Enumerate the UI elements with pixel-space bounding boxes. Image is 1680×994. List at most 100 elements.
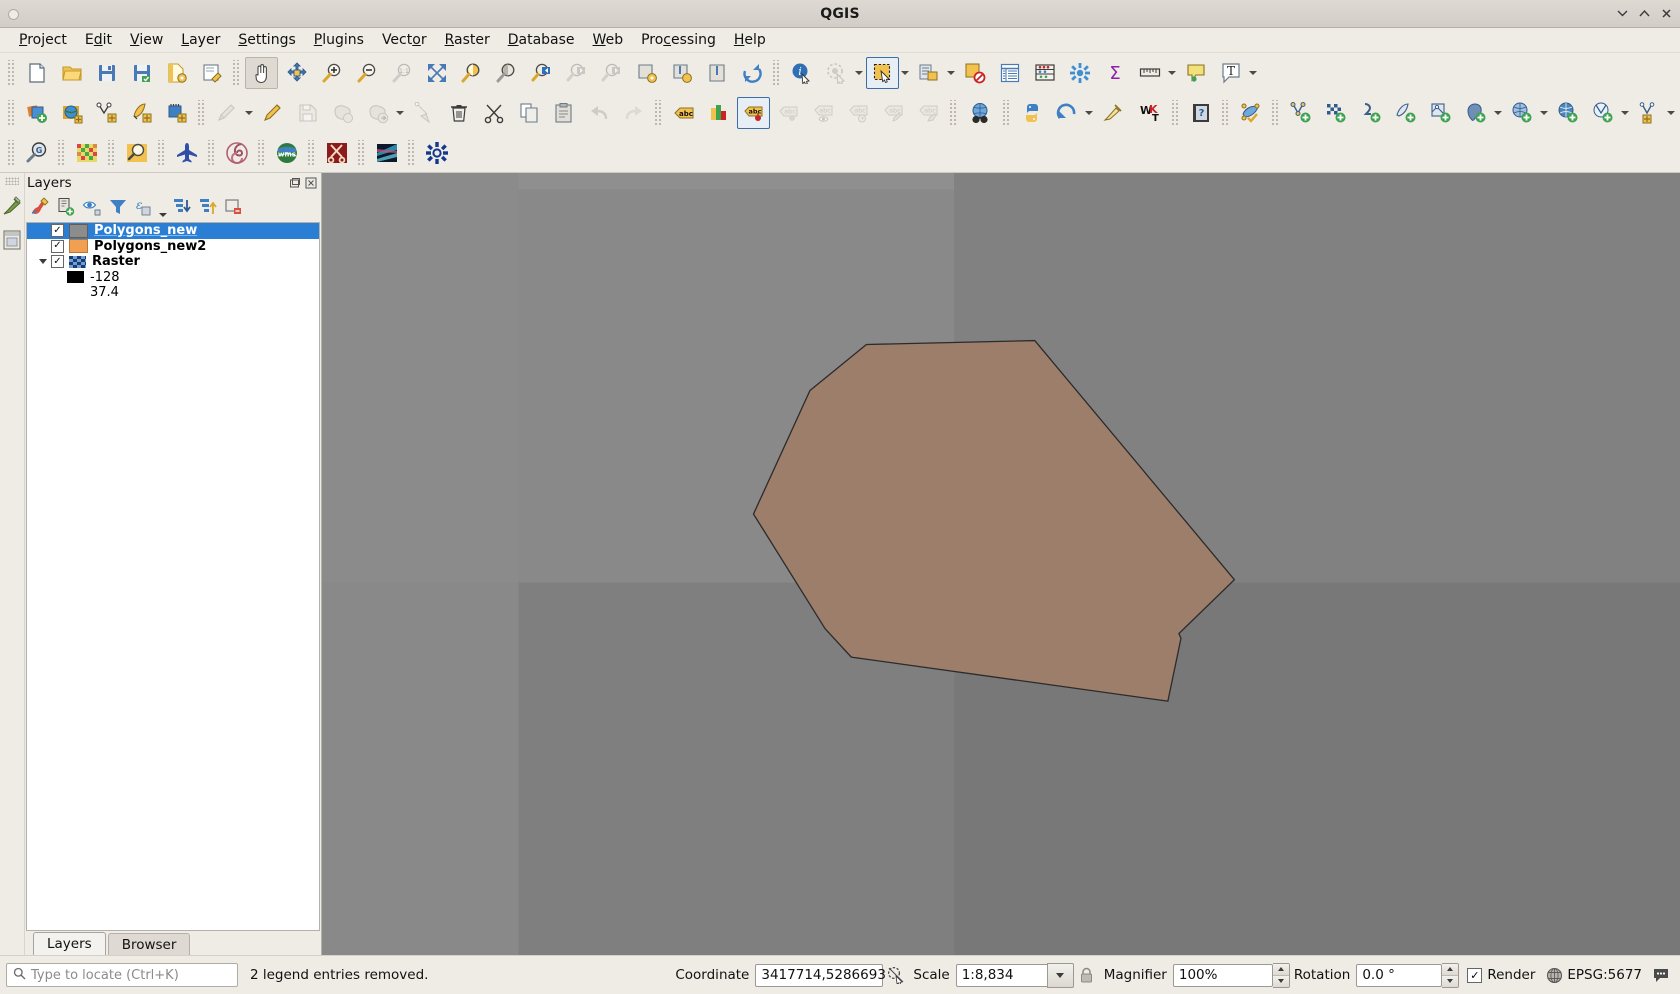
locator-bar[interactable]: Type to locate (Ctrl+K): [6, 963, 238, 987]
messages-log-icon[interactable]: [1650, 964, 1672, 986]
highlight-pinned-labels-icon[interactable]: abc: [737, 97, 770, 129]
coordinate-field[interactable]: 3417714,5286693: [755, 963, 886, 987]
zoom-next-icon[interactable]: [560, 57, 593, 89]
data-source-manager-icon[interactable]: [55, 97, 88, 129]
zoom-to-selection-icon[interactable]: [455, 57, 488, 89]
save-project-as-icon[interactable]: [125, 57, 158, 89]
identify-features-icon[interactable]: i: [785, 57, 818, 89]
layer-tree-row-polygons-new[interactable]: ✓ Polygons_new: [27, 223, 319, 239]
select-by-expression-icon[interactable]: [912, 57, 945, 89]
zoom-in-icon[interactable]: [315, 57, 348, 89]
render-checkbox[interactable]: ✓: [1467, 967, 1483, 983]
pin-labels-icon[interactable]: abc: [912, 97, 945, 129]
tab-layers[interactable]: Layers: [33, 932, 106, 955]
toolbar-grip[interactable]: [7, 100, 16, 126]
magnifier-up-icon[interactable]: [1272, 963, 1289, 976]
toolbar-grip[interactable]: [1221, 100, 1230, 126]
add-wms-layer-icon[interactable]: [1551, 97, 1584, 129]
rotation-spinner[interactable]: [1442, 962, 1460, 988]
menu-plugins[interactable]: Plugins: [305, 30, 373, 50]
menu-web[interactable]: Web: [584, 30, 633, 50]
spiral-plugin-icon[interactable]: [220, 137, 253, 169]
redo-icon[interactable]: [617, 97, 650, 129]
toolbar-grip[interactable]: [307, 139, 316, 166]
pan-to-selection-icon[interactable]: [280, 57, 313, 89]
plane-plugin-icon[interactable]: [170, 137, 203, 169]
rotate-label-icon[interactable]: abc: [842, 97, 875, 129]
toolbar-grip[interactable]: [357, 139, 366, 166]
rotation-up-icon[interactable]: [1442, 963, 1459, 976]
zoom-next-2-icon[interactable]: [595, 57, 628, 89]
add-raster-layer-icon[interactable]: [1319, 97, 1352, 129]
toolbar-grip[interactable]: [1271, 100, 1280, 126]
coordinate-capture-icon[interactable]: [885, 964, 907, 986]
move-label-icon[interactable]: abc: [772, 97, 805, 129]
reload-plugins-icon[interactable]: [1050, 97, 1083, 129]
zoom-to-layer-icon[interactable]: [490, 57, 523, 89]
scale-dropdown-icon[interactable]: [1046, 962, 1074, 988]
save-layer-edits-icon[interactable]: [291, 97, 324, 129]
close-icon[interactable]: [1658, 6, 1674, 22]
toggle-editing-icon[interactable]: [256, 97, 289, 129]
rail-grip[interactable]: [5, 177, 19, 185]
open-attribute-table-icon[interactable]: [993, 57, 1026, 89]
cut-plugin-icon[interactable]: [320, 137, 353, 169]
remove-layer-icon[interactable]: [221, 194, 246, 220]
menu-processing[interactable]: Processing: [632, 30, 725, 50]
copy-features-icon[interactable]: [512, 97, 545, 129]
menu-vector[interactable]: Vector: [373, 30, 436, 50]
search-plugin-icon[interactable]: [120, 137, 153, 169]
help-icon[interactable]: ?: [1184, 97, 1217, 129]
toolbar-grip[interactable]: [197, 100, 206, 126]
toolbar-grip[interactable]: [232, 60, 241, 86]
postgis-dropdown-icon[interactable]: [1493, 98, 1502, 128]
current-edits-dropdown-icon[interactable]: [244, 98, 253, 128]
layer-tree[interactable]: ✓ Polygons_new ✓ Polygons_new2 ✓ Raster: [26, 222, 320, 931]
new-project-icon[interactable]: [20, 57, 53, 89]
zoom-full-icon[interactable]: [420, 57, 453, 89]
add-vector-layer-icon[interactable]: [1284, 97, 1317, 129]
layer-visibility-checkbox[interactable]: ✓: [51, 255, 64, 269]
text-annotation-icon[interactable]: T: [1214, 57, 1247, 89]
toolbar-grip[interactable]: [1002, 100, 1011, 126]
magnifier-spinner[interactable]: [1272, 962, 1290, 988]
filter-legend-dropdown-icon[interactable]: [157, 191, 168, 224]
zoom-native-icon[interactable]: 1:1: [385, 57, 418, 89]
new-shapefile-layer-icon[interactable]: [90, 97, 123, 129]
magnifier-down-icon[interactable]: [1272, 975, 1289, 987]
filter-legend-expression-icon[interactable]: ε: [131, 194, 156, 220]
add-delimited-text-layer-icon[interactable]: [1354, 97, 1387, 129]
wkt-icon[interactable]: WKT: [1131, 97, 1167, 129]
move-feature-dropdown-icon[interactable]: [395, 98, 404, 128]
add-arcgis-layer-icon[interactable]: [1505, 97, 1538, 129]
map-tips-icon[interactable]: [1179, 57, 1212, 89]
random-color-icon[interactable]: [70, 137, 103, 169]
wfs-dropdown-icon[interactable]: [1620, 98, 1629, 128]
undo-icon[interactable]: [582, 97, 615, 129]
gps-tools-icon[interactable]: G: [20, 137, 53, 169]
select-features-icon[interactable]: [866, 57, 899, 89]
add-polygon-feature-icon[interactable]: [326, 97, 359, 129]
style-manager-icon[interactable]: [195, 57, 228, 89]
manage-map-themes-icon[interactable]: [79, 194, 104, 220]
rotation-field[interactable]: 0.0 °: [1356, 963, 1443, 987]
filter-legend-icon[interactable]: [105, 194, 130, 220]
window-menu-icon[interactable]: [8, 9, 19, 20]
crs-globe-icon[interactable]: [1543, 964, 1565, 986]
refresh-icon[interactable]: [735, 57, 768, 89]
plugin-builder-icon[interactable]: [1096, 97, 1129, 129]
add-virtual-layer-icon[interactable]: [1632, 97, 1665, 129]
undock-icon[interactable]: [288, 176, 302, 190]
menu-layer[interactable]: Layer: [172, 30, 229, 50]
toolbar-grip[interactable]: [57, 139, 66, 166]
maximize-icon[interactable]: [1636, 6, 1652, 22]
paste-features-icon[interactable]: [547, 97, 580, 129]
python-console-icon[interactable]: [1015, 97, 1048, 129]
new-print-layout-icon[interactable]: [160, 57, 193, 89]
menu-raster[interactable]: Raster: [436, 30, 499, 50]
toolbar-grip[interactable]: [7, 60, 16, 86]
settings-gear-icon[interactable]: [420, 137, 453, 169]
select-dropdown-icon[interactable]: [900, 58, 909, 88]
toolbar-grip[interactable]: [107, 139, 116, 166]
open-project-icon[interactable]: [55, 57, 88, 89]
